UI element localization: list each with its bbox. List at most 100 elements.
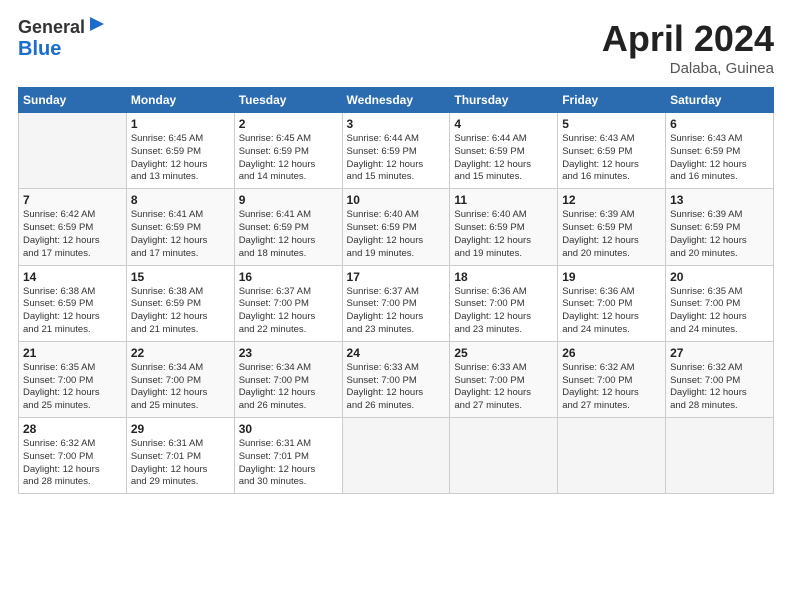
day-number: 23 [239,346,338,360]
header: General Blue April 2024 Dalaba, Guinea [18,18,774,77]
day-number: 22 [131,346,230,360]
day-number: 30 [239,422,338,436]
day-info: Sunrise: 6:33 AMSunset: 7:00 PMDaylight:… [347,362,446,413]
calendar-cell: 9 Sunrise: 6:41 AMSunset: 6:59 PMDaylight… [234,189,342,265]
calendar-cell: 27 Sunrise: 6:32 AMSunset: 7:00 PMDayligh… [666,341,774,417]
day-number: 16 [239,270,338,284]
calendar-cell: 3Sunrise: 6:44 AMSunset: 6:59 PMDaylight… [342,113,450,189]
day-number: 19 [562,270,661,284]
calendar-cell: 29Sunrise: 6:31 AMSunset: 7:01 PMDayligh… [126,418,234,494]
day-info: Sunrise: 6:45 AMSunset: 6:59 PMDaylight:… [239,133,338,184]
day-number: 14 [23,270,122,284]
day-number: 13 [670,193,769,207]
calendar-cell: 28 Sunrise: 6:32 AMSunset: 7:00 PMDayligh… [19,418,127,494]
day-number: 9 [239,193,338,207]
calendar-cell: 18 Sunrise: 6:36 AMSunset: 7:00 PMDayligh… [450,265,558,341]
day-info: Sunrise: 6:35 AMSunset: 7:00 PMDaylight:… [670,286,769,337]
day-info: Sunrise: 6:40 AMSunset: 6:59 PMDaylight:… [347,209,446,260]
calendar-cell: 19 Sunrise: 6:36 AMSunset: 7:00 PMDayligh… [558,265,666,341]
day-number: 27 [670,346,769,360]
calendar-cell [666,418,774,494]
day-number: 8 [131,193,230,207]
day-info: Sunrise: 6:41 AMSunset: 6:59 PMDaylight:… [239,209,338,260]
weekday-header-row: SundayMondayTuesdayWednesdayThursdayFrid… [19,88,774,113]
day-info: Sunrise: 6:36 AMSunset: 7:00 PMDaylight:… [454,286,553,337]
calendar-cell: 30Sunrise: 6:31 AMSunset: 7:01 PMDayligh… [234,418,342,494]
day-info: Sunrise: 6:44 AMSunset: 6:59 PMDaylight:… [454,133,553,184]
calendar-cell [450,418,558,494]
week-row-4: 21 Sunrise: 6:35 AMSunset: 7:00 PMDayligh… [19,341,774,417]
day-info: Sunrise: 6:32 AMSunset: 7:00 PMDaylight:… [670,362,769,413]
day-info: Sunrise: 6:39 AMSunset: 6:59 PMDaylight:… [670,209,769,260]
calendar-cell [342,418,450,494]
calendar-cell: 25Sunrise: 6:33 AMSunset: 7:00 PMDayligh… [450,341,558,417]
day-number: 21 [23,346,122,360]
calendar-cell: 16 Sunrise: 6:37 AMSunset: 7:00 PMDayligh… [234,265,342,341]
day-number: 3 [347,117,446,131]
day-number: 12 [562,193,661,207]
day-number: 17 [347,270,446,284]
logo: General Blue [18,18,106,60]
calendar-cell: 13 Sunrise: 6:39 AMSunset: 6:59 PMDayligh… [666,189,774,265]
day-number: 15 [131,270,230,284]
day-info: Sunrise: 6:35 AMSunset: 7:00 PMDaylight:… [23,362,122,413]
calendar-cell: 6Sunrise: 6:43 AMSunset: 6:59 PMDaylight… [666,113,774,189]
calendar-cell [19,113,127,189]
calendar-cell: 26Sunrise: 6:32 AMSunset: 7:00 PMDayligh… [558,341,666,417]
day-number: 25 [454,346,553,360]
weekday-header-sunday: Sunday [19,88,127,113]
day-number: 18 [454,270,553,284]
day-info: Sunrise: 6:37 AMSunset: 7:00 PMDaylight:… [239,286,338,337]
calendar-cell: 12 Sunrise: 6:39 AMSunset: 6:59 PMDayligh… [558,189,666,265]
day-number: 20 [670,270,769,284]
weekday-header-thursday: Thursday [450,88,558,113]
month-title: April 2024 [602,18,774,60]
day-number: 7 [23,193,122,207]
day-info: Sunrise: 6:40 AMSunset: 6:59 PMDaylight:… [454,209,553,260]
day-number: 24 [347,346,446,360]
day-info: Sunrise: 6:41 AMSunset: 6:59 PMDaylight:… [131,209,230,260]
calendar-cell: 17 Sunrise: 6:37 AMSunset: 7:00 PMDayligh… [342,265,450,341]
calendar-cell: 15 Sunrise: 6:38 AMSunset: 6:59 PMDayligh… [126,265,234,341]
day-number: 5 [562,117,661,131]
day-info: Sunrise: 6:32 AMSunset: 7:00 PMDaylight:… [23,438,122,489]
logo-text: General Blue [18,18,106,60]
location: Dalaba, Guinea [602,60,774,77]
calendar-cell: 20 Sunrise: 6:35 AMSunset: 7:00 PMDayligh… [666,265,774,341]
day-number: 28 [23,422,122,436]
day-info: Sunrise: 6:39 AMSunset: 6:59 PMDaylight:… [562,209,661,260]
day-info: Sunrise: 6:42 AMSunset: 6:59 PMDaylight:… [23,209,122,260]
title-area: April 2024 Dalaba, Guinea [602,18,774,77]
day-info: Sunrise: 6:36 AMSunset: 7:00 PMDaylight:… [562,286,661,337]
week-row-2: 7 Sunrise: 6:42 AMSunset: 6:59 PMDaylight… [19,189,774,265]
calendar-cell: 23 Sunrise: 6:34 AMSunset: 7:00 PMDayligh… [234,341,342,417]
page: General Blue April 2024 Dalaba, Guinea S… [0,0,792,612]
logo-arrow-icon [88,15,106,33]
weekday-header-saturday: Saturday [666,88,774,113]
day-info: Sunrise: 6:34 AMSunset: 7:00 PMDaylight:… [239,362,338,413]
calendar-cell: 2 Sunrise: 6:45 AMSunset: 6:59 PMDaylight… [234,113,342,189]
day-info: Sunrise: 6:43 AMSunset: 6:59 PMDaylight:… [670,133,769,184]
weekday-header-friday: Friday [558,88,666,113]
calendar-cell: 10 Sunrise: 6:40 AMSunset: 6:59 PMDayligh… [342,189,450,265]
day-number: 10 [347,193,446,207]
calendar-cell: 7 Sunrise: 6:42 AMSunset: 6:59 PMDaylight… [19,189,127,265]
week-row-3: 14 Sunrise: 6:38 AMSunset: 6:59 PMDayligh… [19,265,774,341]
calendar-cell: 24 Sunrise: 6:33 AMSunset: 7:00 PMDayligh… [342,341,450,417]
week-row-5: 28 Sunrise: 6:32 AMSunset: 7:00 PMDayligh… [19,418,774,494]
day-info: Sunrise: 6:37 AMSunset: 7:00 PMDaylight:… [347,286,446,337]
day-info: Sunrise: 6:45 AMSunset: 6:59 PMDaylight:… [131,133,230,184]
calendar-cell: 22Sunrise: 6:34 AMSunset: 7:00 PMDayligh… [126,341,234,417]
weekday-header-tuesday: Tuesday [234,88,342,113]
weekday-header-wednesday: Wednesday [342,88,450,113]
day-info: Sunrise: 6:38 AMSunset: 6:59 PMDaylight:… [23,286,122,337]
calendar-table: SundayMondayTuesdayWednesdayThursdayFrid… [18,87,774,494]
day-info: Sunrise: 6:43 AMSunset: 6:59 PMDaylight:… [562,133,661,184]
calendar-cell: 8 Sunrise: 6:41 AMSunset: 6:59 PMDaylight… [126,189,234,265]
calendar-cell: 4Sunrise: 6:44 AMSunset: 6:59 PMDaylight… [450,113,558,189]
logo-general: General [18,17,85,37]
day-number: 2 [239,117,338,131]
day-info: Sunrise: 6:38 AMSunset: 6:59 PMDaylight:… [131,286,230,337]
day-info: Sunrise: 6:31 AMSunset: 7:01 PMDaylight:… [131,438,230,489]
calendar-cell: 5 Sunrise: 6:43 AMSunset: 6:59 PMDaylight… [558,113,666,189]
